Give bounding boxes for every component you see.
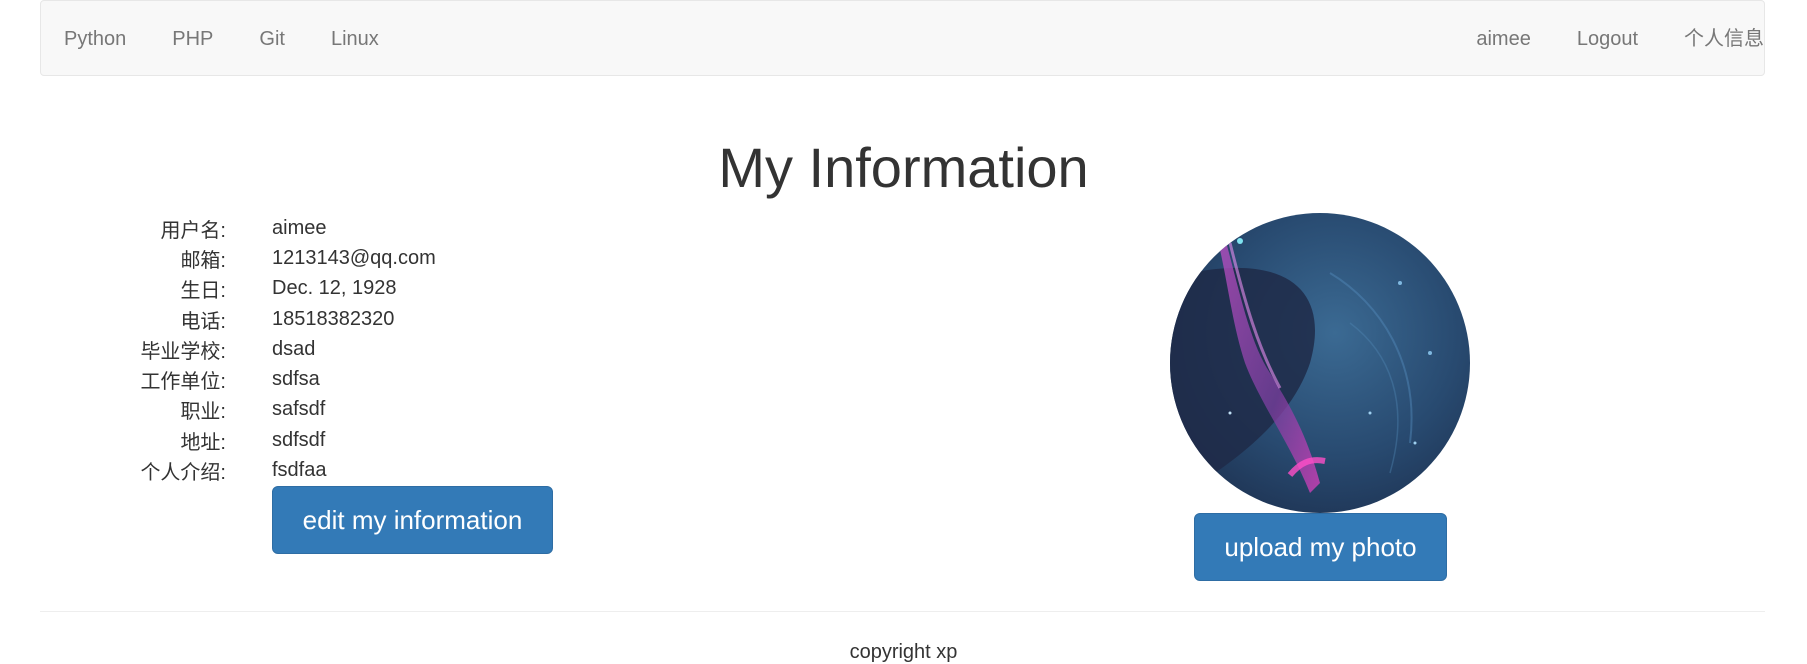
info-row-school: 毕业学校: dsad <box>80 334 500 364</box>
nav-left-group: Python PHP Git Linux <box>41 1 402 77</box>
edit-information-button[interactable]: edit my information <box>272 486 553 554</box>
info-list: 用户名: aimee 邮箱: 1213143@qq.com 生日: Dec. 1… <box>80 213 500 486</box>
info-value: 18518382320 <box>272 307 395 330</box>
upload-photo-button[interactable]: upload my photo <box>1194 513 1447 581</box>
nav-link-logout[interactable]: Logout <box>1554 1 1661 77</box>
nav-link-python[interactable]: Python <box>41 1 149 77</box>
nav-link-php[interactable]: PHP <box>149 1 236 77</box>
nav-link-profile[interactable]: 个人信息 <box>1661 1 1764 77</box>
info-row-phone: 电话: 18518382320 <box>80 304 500 334</box>
info-value: sdfsa <box>272 368 320 391</box>
info-label: 个人介绍: <box>140 462 226 485</box>
avatar <box>1170 213 1470 513</box>
avatar-image <box>1170 213 1470 513</box>
info-label: 电话: <box>180 310 226 333</box>
info-row-address: 地址: sdfsdf <box>80 425 500 455</box>
footer-copyright: copyright xp <box>849 641 958 663</box>
info-label: 邮箱: <box>180 249 226 272</box>
nav-right-group: aimee Logout 个人信息 <box>1453 1 1764 77</box>
info-value: dsad <box>272 337 316 360</box>
info-value: safsdf <box>272 398 326 421</box>
info-value: sdfsdf <box>272 428 326 451</box>
info-label: 工作单位: <box>140 371 226 394</box>
info-row-company: 工作单位: sdfsa <box>80 364 500 394</box>
info-label: 生日: <box>180 280 226 303</box>
info-label: 地址: <box>180 431 226 454</box>
footer-divider <box>40 611 1765 612</box>
info-label: 用户名: <box>160 219 226 242</box>
nav-link-username[interactable]: aimee <box>1453 1 1553 77</box>
info-value: Dec. 12, 1928 <box>272 277 397 300</box>
info-label: 毕业学校: <box>140 340 226 363</box>
top-navbar: Python PHP Git Linux aimee Logout 个人信息 <box>40 0 1765 76</box>
page-title: My Information <box>718 136 1089 199</box>
nav-link-linux[interactable]: Linux <box>308 1 402 77</box>
info-value: 1213143@qq.com <box>272 246 436 269</box>
info-value: fsdfaa <box>272 459 327 482</box>
info-row-bio: 个人介绍: fsdfaa <box>80 455 500 485</box>
info-row-occupation: 职业: safsdf <box>80 395 500 425</box>
info-row-birthday: 生日: Dec. 12, 1928 <box>80 274 500 304</box>
nav-link-git[interactable]: Git <box>236 1 308 77</box>
info-row-username: 用户名: aimee <box>80 213 500 243</box>
info-value: aimee <box>272 216 327 239</box>
info-row-email: 邮箱: 1213143@qq.com <box>80 243 500 273</box>
info-label: 职业: <box>180 401 226 424</box>
